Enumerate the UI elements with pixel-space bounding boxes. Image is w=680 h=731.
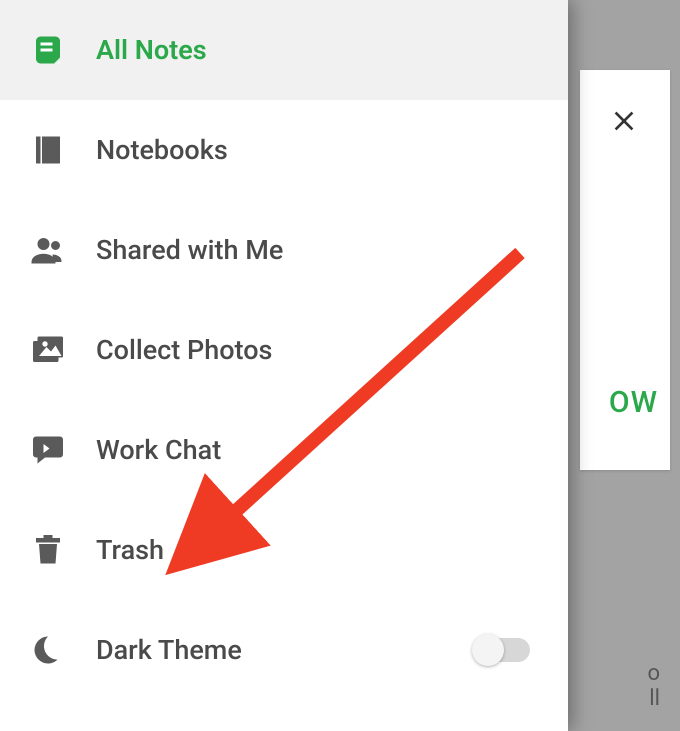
- sidebar-item-label: All Notes: [96, 34, 207, 66]
- dark-theme-label: Dark Theme: [96, 634, 242, 666]
- dark-theme-toggle[interactable]: [474, 638, 530, 662]
- sidebar-item-notebooks[interactable]: Notebooks: [0, 100, 568, 200]
- sidebar-item-label: Shared with Me: [96, 234, 283, 266]
- background-action-fragment: OW: [609, 385, 658, 420]
- toggle-thumb: [472, 634, 504, 666]
- moon-icon: [30, 632, 66, 668]
- sidebar-item-label: Collect Photos: [96, 334, 272, 366]
- chat-icon: [30, 432, 66, 468]
- sidebar-item-trash[interactable]: Trash: [0, 500, 568, 600]
- sidebar-item-label: Trash: [96, 534, 164, 566]
- background-card: OW: [580, 70, 670, 470]
- sidebar-item-all-notes[interactable]: All Notes: [0, 0, 568, 100]
- sidebar-item-work-chat[interactable]: Work Chat: [0, 400, 568, 500]
- navigation-drawer: All Notes Notebooks Shared with Me Colle…: [0, 0, 568, 731]
- photo-icon: [30, 332, 66, 368]
- people-icon: [30, 232, 66, 268]
- sidebar-item-dark-theme[interactable]: Dark Theme: [0, 600, 568, 700]
- close-icon[interactable]: [608, 105, 640, 137]
- note-icon: [30, 32, 66, 68]
- notebook-icon: [30, 132, 66, 168]
- trash-icon: [30, 532, 66, 568]
- sidebar-item-shared[interactable]: Shared with Me: [0, 200, 568, 300]
- sidebar-item-label: Notebooks: [96, 134, 228, 166]
- background-text: o ll: [647, 661, 660, 711]
- sidebar-item-label: Work Chat: [96, 434, 221, 466]
- sidebar-item-collect-photos[interactable]: Collect Photos: [0, 300, 568, 400]
